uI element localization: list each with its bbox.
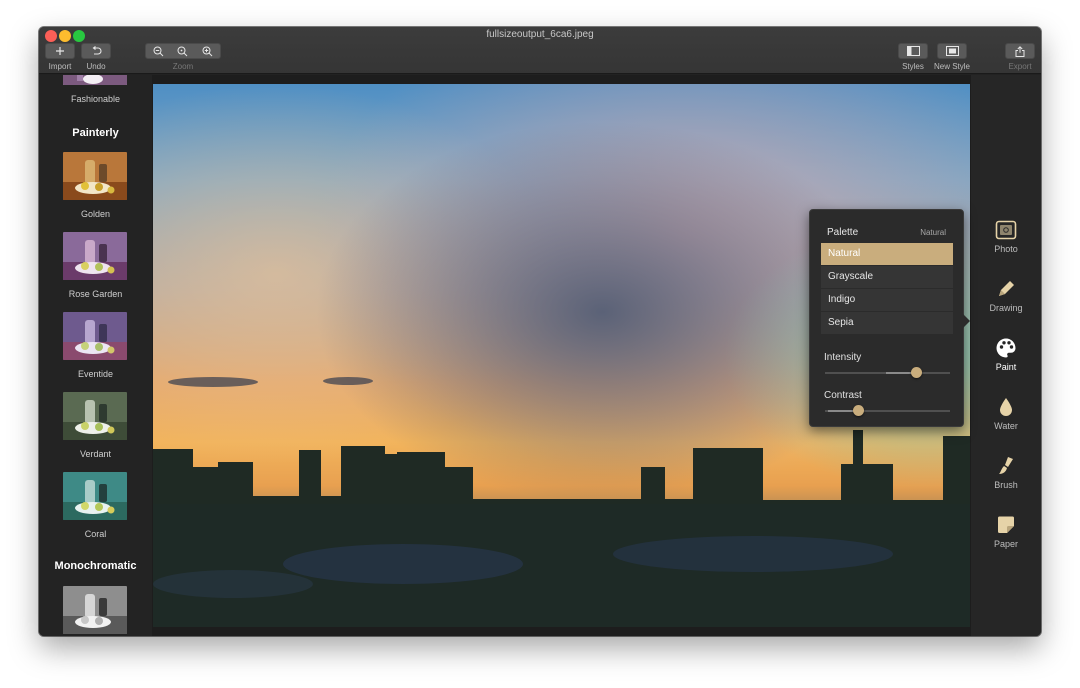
style-label-verdant: Verdant	[79, 449, 112, 459]
tool-drawing[interactable]: Drawing	[971, 277, 1041, 313]
new-style-label: New Style	[933, 62, 970, 71]
undo-label: Undo	[86, 62, 106, 71]
tool-label-drawing: Drawing	[989, 303, 1023, 313]
zoom-control	[145, 43, 221, 59]
contrast-slider[interactable]	[825, 405, 950, 416]
palette-icon	[996, 338, 1016, 358]
style-thumbnail-fashionable[interactable]	[63, 75, 127, 85]
photo-icon	[995, 220, 1017, 240]
style-thumbnail-rose-garden[interactable]	[63, 232, 127, 280]
sidebar-icon	[906, 46, 920, 56]
style-thumbnail-golden[interactable]	[63, 152, 127, 200]
tool-label-paper: Paper	[993, 539, 1019, 549]
brush-icon	[999, 457, 1013, 474]
zoom-in-icon[interactable]	[202, 46, 213, 57]
tool-photo[interactable]: Photo	[971, 218, 1041, 254]
intensity-slider[interactable]	[825, 367, 950, 378]
palette-current-value: Natural	[920, 228, 946, 237]
palette-popover: Palette Natural Natural Grayscale Indigo…	[809, 209, 970, 427]
tool-paint[interactable]: Paint	[971, 336, 1041, 372]
tool-label-water: Water	[994, 421, 1018, 431]
share-icon	[1015, 45, 1025, 57]
new-style-button[interactable]	[937, 43, 967, 59]
section-heading-monochromatic: Monochromatic	[54, 560, 137, 572]
contrast-label: Contrast	[824, 390, 862, 401]
styles-sidebar[interactable]: Fashionable Painterly Golden Rose Garden…	[39, 75, 152, 636]
title-bar: fullsizeoutput_6ca6.jpeg Import Undo Zoo…	[39, 27, 1041, 74]
palette-title: Palette	[827, 227, 859, 238]
zoom-actual-icon[interactable]	[177, 46, 188, 57]
styles-button[interactable]	[898, 43, 928, 59]
plus-icon	[56, 47, 64, 55]
style-thumbnail-verdant[interactable]	[63, 392, 127, 440]
style-thumbnail-monochrome[interactable]	[63, 586, 127, 634]
zoom-out-icon[interactable]	[153, 46, 164, 57]
paper-icon	[998, 516, 1014, 533]
import-label: Import	[48, 62, 72, 71]
tool-label-photo: Photo	[994, 244, 1018, 254]
export-label: Export	[1008, 62, 1032, 71]
new-style-icon	[945, 46, 959, 56]
tool-water[interactable]: Water	[971, 395, 1041, 431]
style-label-eventide: Eventide	[77, 369, 114, 379]
zoom-label: Zoom	[172, 62, 194, 71]
undo-icon	[92, 46, 101, 55]
intensity-slider-thumb[interactable]	[911, 367, 922, 378]
intensity-label: Intensity	[824, 352, 862, 363]
tool-paper[interactable]: Paper	[971, 513, 1041, 549]
palette-options-list: Natural Grayscale Indigo Sepia	[821, 243, 953, 335]
section-heading-painterly: Painterly	[72, 127, 119, 139]
undo-button[interactable]	[81, 43, 111, 59]
palette-option-natural[interactable]: Natural	[821, 243, 953, 265]
tool-label-brush: Brush	[994, 480, 1018, 490]
palette-option-grayscale[interactable]: Grayscale	[821, 266, 953, 288]
style-label-rose-garden: Rose Garden	[68, 289, 123, 299]
window-title: fullsizeoutput_6ca6.jpeg	[486, 29, 594, 40]
water-drop-icon	[1000, 398, 1012, 416]
import-button[interactable]	[45, 43, 75, 59]
style-label-coral: Coral	[84, 529, 107, 539]
pencil-icon	[999, 281, 1014, 296]
style-label-golden: Golden	[80, 209, 111, 219]
styles-label: Styles	[902, 62, 924, 71]
tool-label-paint: Paint	[995, 362, 1017, 372]
contrast-slider-thumb[interactable]	[853, 405, 864, 416]
export-button[interactable]	[1005, 43, 1035, 59]
style-label-fashionable: Fashionable	[70, 94, 121, 104]
style-thumbnail-eventide[interactable]	[63, 312, 127, 360]
palette-option-indigo[interactable]: Indigo	[821, 289, 953, 311]
style-thumbnail-coral[interactable]	[63, 472, 127, 520]
tools-sidebar: Photo Drawing Paint Water Brush Paper	[971, 75, 1041, 636]
tool-brush[interactable]: Brush	[971, 454, 1041, 490]
palette-option-sepia[interactable]: Sepia	[821, 312, 953, 334]
